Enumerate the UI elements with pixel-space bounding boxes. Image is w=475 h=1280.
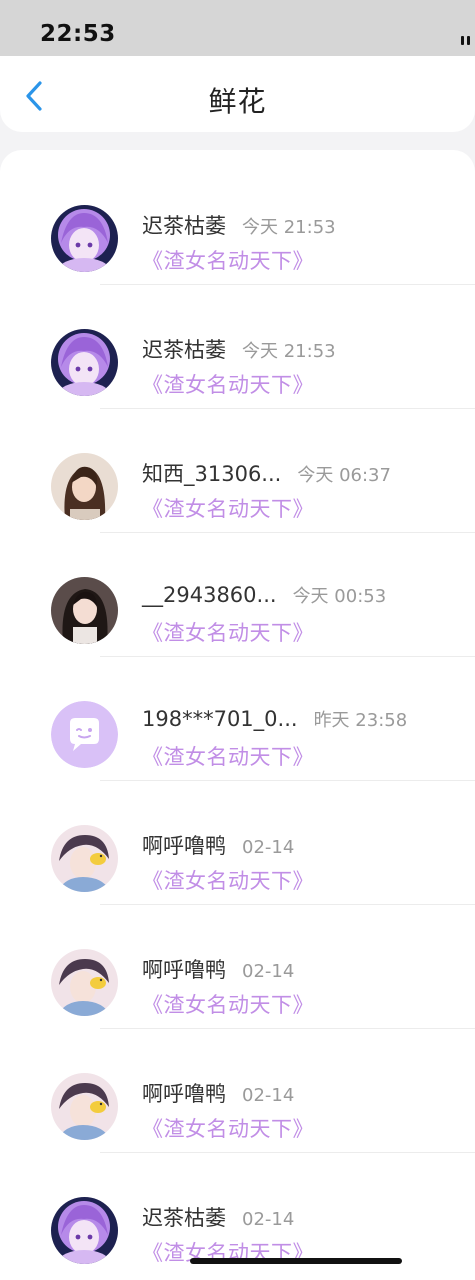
timestamp: 今天 21:53 [242,341,336,362]
timestamp: 02-14 [242,961,295,982]
home-indicator[interactable] [190,1258,402,1264]
book-title-link[interactable]: 《渣女名动天下》 [142,989,314,1019]
user-name[interactable]: __2943860... [142,583,277,607]
book-title-link[interactable]: 《渣女名动天下》 [142,1113,314,1143]
default-avatar[interactable] [51,701,118,768]
status-bar: 22:53 [0,0,475,56]
list-item[interactable]: 啊呼噜鸭 02-14 《渣女名动天下》 [0,780,475,905]
timestamp: 02-14 [242,837,295,858]
book-title-link[interactable]: 《渣女名动天下》 [142,741,314,771]
user-name[interactable]: 知西_31306... [142,458,281,488]
list-item[interactable]: 198***701_0... 昨天 23:58 《渣女名动天下》 [0,656,475,781]
book-title-link[interactable]: 《渣女名动天下》 [142,369,314,399]
user-name[interactable]: 迟茶枯萎 [142,210,226,240]
user-name[interactable]: 迟茶枯萎 [142,1202,226,1232]
book-title-link[interactable]: 《渣女名动天下》 [142,865,314,895]
timestamp: 昨天 23:58 [313,710,408,731]
battery-icon [461,36,475,45]
timestamp: 02-14 [242,1209,295,1230]
user-avatar[interactable] [51,1073,118,1140]
user-avatar[interactable] [51,949,118,1016]
list-item[interactable]: __2943860... 今天 00:53 《渣女名动天下》 [0,532,475,657]
user-avatar[interactable] [51,577,118,644]
timestamp: 02-14 [242,1085,295,1106]
timestamp: 今天 21:53 [242,217,336,238]
user-avatar[interactable] [51,205,118,272]
user-avatar[interactable] [51,329,118,396]
user-avatar[interactable] [51,453,118,520]
list-item[interactable]: 啊呼噜鸭 02-14 《渣女名动天下》 [0,904,475,1029]
timestamp: 今天 06:37 [297,465,391,486]
book-title-link[interactable]: 《渣女名动天下》 [142,493,314,523]
user-name[interactable]: 啊呼噜鸭 [142,830,226,860]
list-item[interactable]: 啊呼噜鸭 02-14 《渣女名动天下》 [0,1028,475,1153]
book-title-link[interactable]: 《渣女名动天下》 [142,245,314,275]
status-time: 22:53 [40,21,116,47]
list-item[interactable]: 迟茶枯萎 今天 21:53 《渣女名动天下》 [0,284,475,409]
user-name[interactable]: 啊呼噜鸭 [142,1078,226,1108]
user-name[interactable]: 啊呼噜鸭 [142,954,226,984]
gift-list[interactable]: 迟茶枯萎 今天 21:53 《渣女名动天下》 迟茶枯萎 今天 21:53 《渣女… [0,150,475,1280]
book-title-link[interactable]: 《渣女名动天下》 [142,617,314,647]
list-item[interactable]: 迟茶枯萎 今天 21:53 《渣女名动天下》 [0,160,475,285]
list-item[interactable]: 知西_31306... 今天 06:37 《渣女名动天下》 [0,408,475,533]
page-title: 鲜花 [208,85,267,118]
user-name[interactable]: 迟茶枯萎 [142,334,226,364]
user-avatar[interactable] [51,1197,118,1264]
navigation-bar: 鲜花 [0,56,475,132]
user-avatar[interactable] [51,825,118,892]
timestamp: 今天 00:53 [292,586,387,607]
user-name[interactable]: 198***701_0... [142,707,298,731]
